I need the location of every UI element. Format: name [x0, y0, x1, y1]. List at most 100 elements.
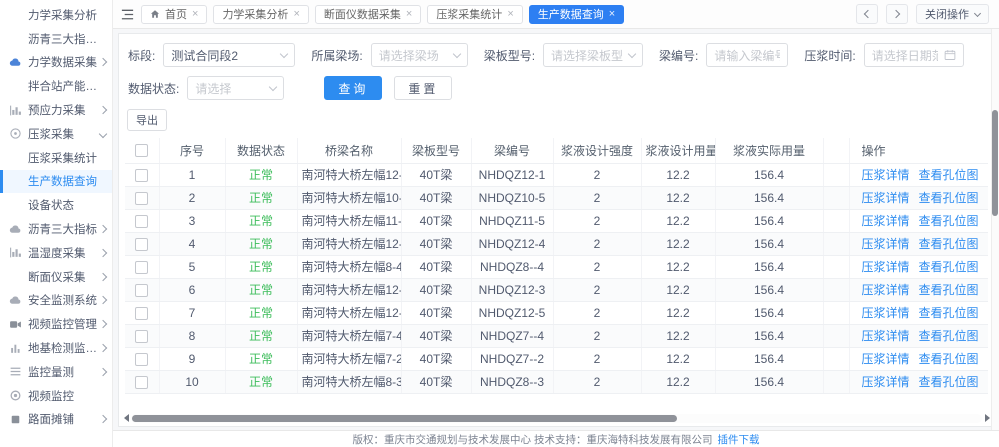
row-checkbox[interactable]	[135, 261, 148, 274]
data-status-select[interactable]: 请选择	[187, 76, 284, 100]
hole-diagram-link[interactable]: 查看孔位图	[919, 260, 979, 274]
cell-beam-model: 40T梁	[401, 278, 471, 301]
beam-yard-select[interactable]: 请选择梁场	[371, 43, 468, 67]
sidebar-item[interactable]: 视频监控	[0, 384, 112, 408]
chevron-down-icon	[452, 49, 460, 57]
reset-button[interactable]: 重置	[394, 76, 452, 100]
sidebar-item[interactable]: 监控量测	[0, 360, 112, 384]
table-row: 5正常南河特大桥左幅8-440T梁NHDQZ8--4212.2156.4压浆详情…	[125, 255, 988, 278]
tab[interactable]: 压浆采集统计×	[427, 5, 522, 24]
hole-diagram-link[interactable]: 查看孔位图	[919, 283, 979, 297]
horizontal-scroll-thumb[interactable]	[132, 415, 677, 422]
content-area: 标段: 测试合同段2 所属梁场: 请选择梁场	[113, 29, 999, 430]
close-icon[interactable]: ×	[507, 9, 513, 20]
hole-diagram-link[interactable]: 查看孔位图	[919, 168, 979, 182]
grouting-detail-link[interactable]: 压浆详情	[862, 352, 910, 366]
export-button[interactable]: 导出	[127, 109, 167, 131]
sidebar-item[interactable]: 设备状态	[0, 193, 112, 217]
tab-label: 断面仪数据采集	[324, 6, 401, 22]
sidebar-item[interactable]: 沥青三大指标分析	[0, 27, 112, 51]
status-badge: 正常	[225, 278, 297, 301]
horizontal-scroll-track[interactable]	[131, 414, 982, 423]
close-icon[interactable]: ×	[406, 9, 412, 20]
section-select[interactable]: 测试合同段2	[163, 43, 295, 67]
sidebar-item[interactable]: 温湿度采集	[0, 241, 112, 265]
grouting-detail-link[interactable]: 压浆详情	[862, 168, 910, 182]
scroll-left-arrow-icon[interactable]	[121, 413, 131, 423]
hole-diagram-link[interactable]: 查看孔位图	[919, 375, 979, 389]
cell-beam-model: 40T梁	[401, 255, 471, 278]
tab[interactable]: 断面仪数据采集 ×	[315, 5, 421, 24]
grouting-detail-link[interactable]: 压浆详情	[862, 329, 910, 343]
grouting-detail-link[interactable]: 压浆详情	[862, 237, 910, 251]
beam-number-label: 梁编号:	[659, 47, 698, 64]
sidebar-item[interactable]: 视频监控管理	[0, 312, 112, 336]
grouting-detail-link[interactable]: 压浆详情	[862, 283, 910, 297]
sidebar-item[interactable]: 压浆采集统计	[0, 146, 112, 170]
query-button[interactable]: 查询	[324, 76, 382, 100]
spacer-cell	[823, 370, 849, 393]
list-icon	[9, 365, 22, 378]
status-badge: 正常	[225, 186, 297, 209]
hole-diagram-link[interactable]: 查看孔位图	[919, 352, 979, 366]
hole-diagram-link[interactable]: 查看孔位图	[919, 214, 979, 228]
cell-actual-amount: 156.4	[715, 370, 823, 393]
sidebar-item[interactable]: 力学数据采集	[0, 51, 112, 75]
close-operations-dropdown[interactable]: 关闭操作	[916, 4, 989, 24]
sidebar-item[interactable]: 安全监测系统	[0, 289, 112, 313]
row-checkbox[interactable]	[135, 307, 148, 320]
beam-number-input[interactable]: 请输入梁编号	[706, 43, 788, 67]
sidebar-item[interactable]: 力学采集分析	[0, 3, 112, 27]
tab[interactable]: 首页×	[141, 5, 207, 24]
sidebar-item[interactable]: 拌合站产能分析	[0, 74, 112, 98]
grouting-detail-link[interactable]: 压浆详情	[862, 375, 910, 389]
tab-active[interactable]: 生产数据查询×	[529, 5, 624, 24]
cell-index: 5	[159, 255, 225, 278]
sidebar-item[interactable]: 预应力采集	[0, 98, 112, 122]
close-icon[interactable]: ×	[609, 9, 615, 20]
row-checkbox[interactable]	[135, 215, 148, 228]
row-checkbox[interactable]	[135, 238, 148, 251]
hole-diagram-link[interactable]: 查看孔位图	[919, 191, 979, 205]
select-all-checkbox[interactable]	[135, 144, 148, 157]
grouting-detail-link[interactable]: 压浆详情	[862, 306, 910, 320]
hole-diagram-link[interactable]: 查看孔位图	[919, 306, 979, 320]
beam-model-select[interactable]: 请选择梁板型号	[543, 43, 643, 67]
cell-design-amount: 12.2	[641, 347, 715, 370]
hole-diagram-link[interactable]: 查看孔位图	[919, 237, 979, 251]
row-checkbox[interactable]	[135, 169, 148, 182]
close-icon[interactable]: ×	[192, 9, 198, 20]
sidebar-item[interactable]: 路面摊铺	[0, 408, 112, 432]
row-checkbox[interactable]	[135, 284, 148, 297]
plugin-download-link[interactable]: 插件下载	[717, 432, 759, 447]
menu-collapse-icon[interactable]	[120, 7, 135, 22]
hole-diagram-link[interactable]: 查看孔位图	[919, 329, 979, 343]
tabs-next-button[interactable]	[886, 4, 908, 24]
cell-bridge-name: 南河特大桥左幅11-5	[297, 209, 401, 232]
row-checkbox[interactable]	[135, 192, 148, 205]
sidebar-item[interactable]: 沥青三大指标	[0, 217, 112, 241]
vertical-scrollbar-track[interactable]	[991, 29, 999, 430]
grouting-detail-link[interactable]: 压浆详情	[862, 214, 910, 228]
vertical-scroll-thumb[interactable]	[992, 110, 998, 216]
sidebar-item[interactable]: 压浆采集	[0, 122, 112, 146]
tab[interactable]: 力学采集分析×	[213, 5, 308, 24]
horizontal-scrollbar[interactable]	[121, 412, 992, 424]
sidebar-item[interactable]: 地基检测监控平台	[0, 336, 112, 360]
beam-model-label: 梁板型号:	[484, 47, 535, 64]
copyright-text: 版权：重庆市交通规划与技术发展中心 技术支持：重庆海特科技发展有限公司	[353, 432, 713, 447]
grouting-time-datepicker[interactable]: 请选择日期范围	[864, 43, 964, 67]
grouting-detail-link[interactable]: 压浆详情	[862, 191, 910, 205]
table-header-row: 序号数据状态桥梁名称梁板型号梁编号浆液设计强度浆液设计用量浆液实际用量操作	[125, 138, 988, 163]
grouting-detail-link[interactable]: 压浆详情	[862, 260, 910, 274]
row-checkbox[interactable]	[135, 376, 148, 389]
row-checkbox[interactable]	[135, 330, 148, 343]
row-checkbox[interactable]	[135, 353, 148, 366]
tabs-prev-button[interactable]	[856, 4, 878, 24]
chevron-right-icon	[99, 106, 107, 114]
sidebar-item[interactable]: 断面仪采集	[0, 265, 112, 289]
actions-cell: 压浆详情查看孔位图	[849, 163, 988, 186]
sidebar-item[interactable]: 生产数据查询	[0, 170, 112, 194]
close-icon[interactable]: ×	[293, 9, 299, 20]
status-badge: 正常	[225, 347, 297, 370]
